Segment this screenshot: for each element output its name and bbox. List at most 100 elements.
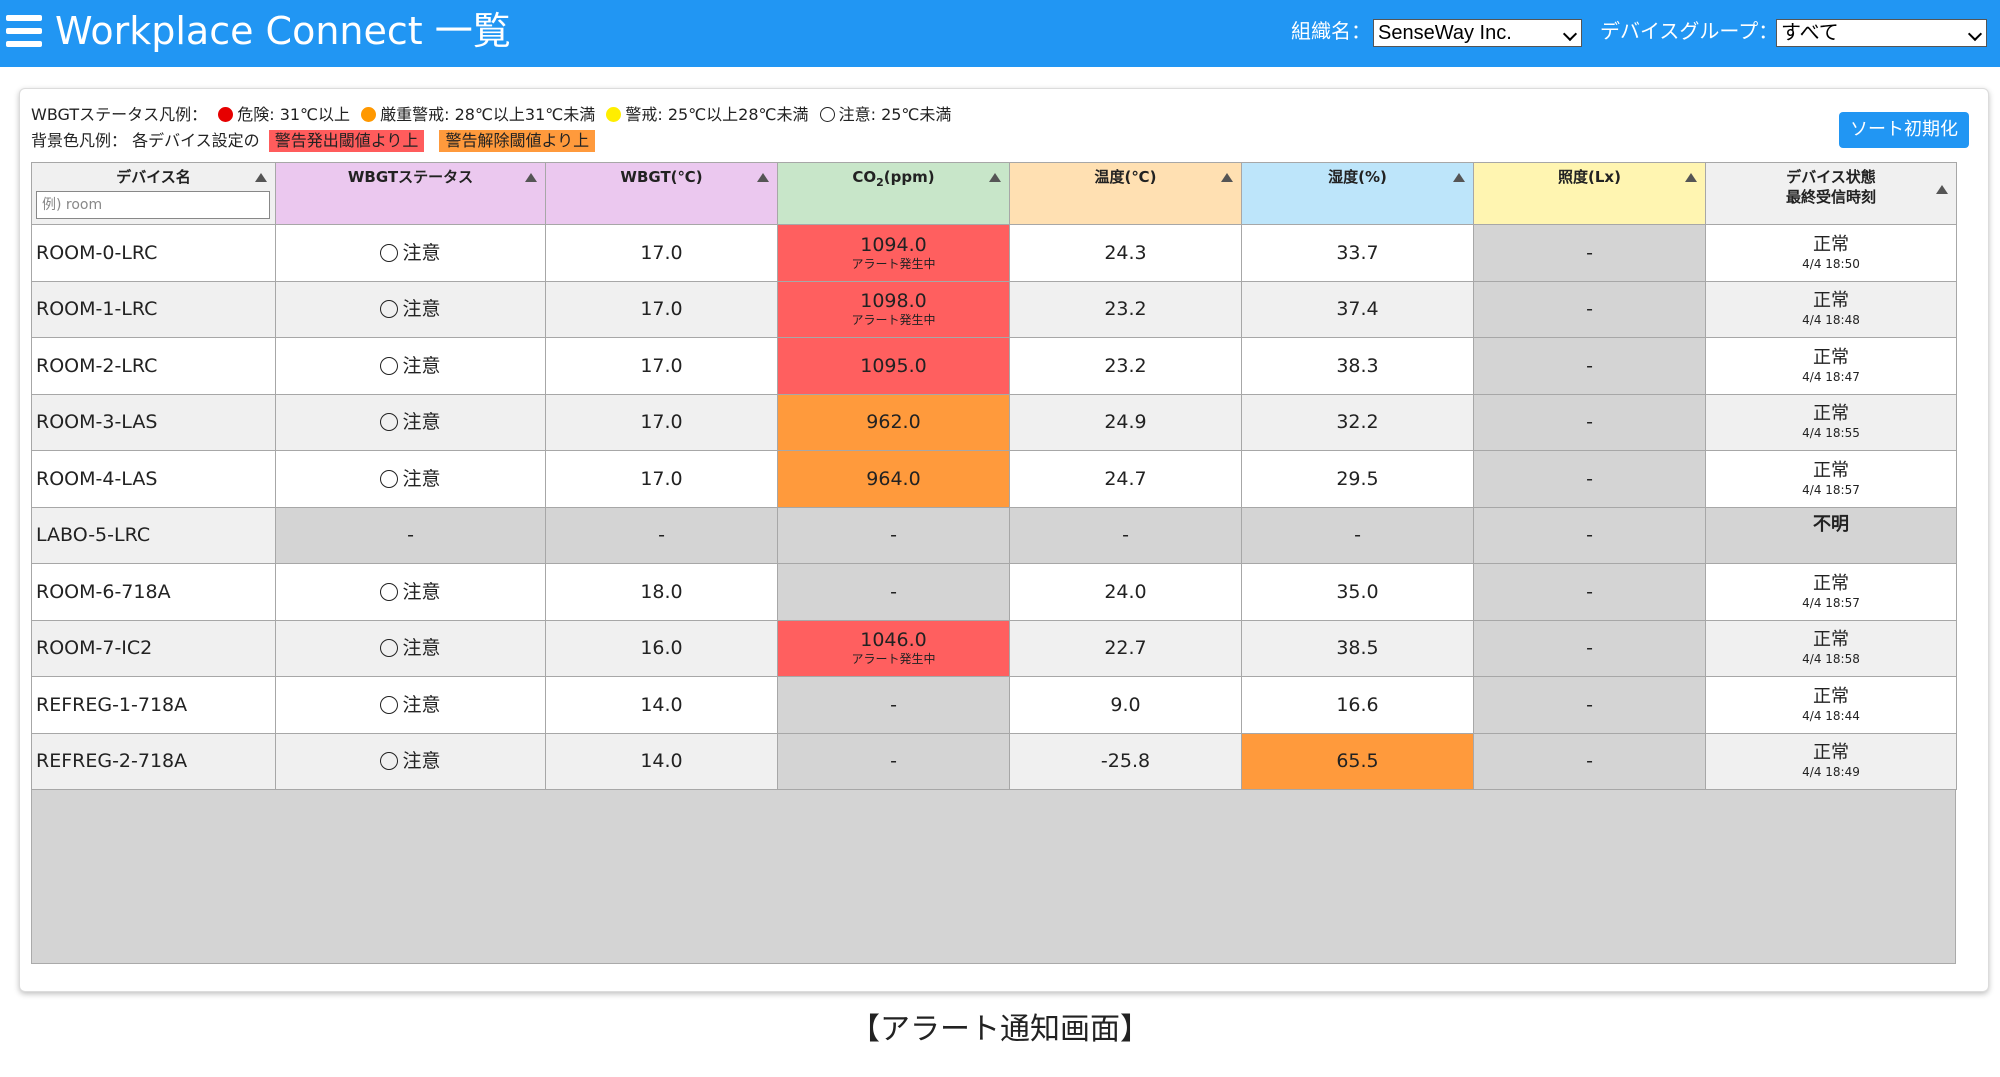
device-state-cell: 正常 4/4 18:48 <box>1705 280 1957 338</box>
wbgt-cell: 17.0 <box>545 280 778 338</box>
severe-dot-icon <box>361 107 377 122</box>
column-header-humidity[interactable]: 湿度(%) <box>1241 162 1474 225</box>
co2-cell: - <box>777 676 1010 734</box>
wbgt-status-cell: 注意 <box>275 280 546 338</box>
column-header-name[interactable]: デバイス名 例) room <box>31 162 276 225</box>
wbgt-status-text: 注意 <box>402 637 441 660</box>
last-received-time: 4/4 18:55 <box>1802 426 1860 441</box>
last-received-time: 4/4 18:47 <box>1802 369 1860 384</box>
illuminance-cell: - <box>1473 619 1706 677</box>
humidity-cell: 16.6 <box>1241 676 1474 734</box>
column-header-wbgt-status[interactable]: WBGTステータス <box>275 162 546 225</box>
column-header-name-label: デバイス名 <box>116 168 191 186</box>
wbgt-cell: 16.0 <box>545 619 778 677</box>
sort-reset-button[interactable]: ソート初期化 <box>1839 112 1969 148</box>
device-name-filter-input[interactable]: 例) room <box>36 191 270 219</box>
device-state-text: 正常 <box>1813 459 1849 481</box>
co2-cell: 1095.0 <box>777 337 1010 395</box>
org-select[interactable]: SenseWay Inc. <box>1373 19 1582 47</box>
device-state-text: 正常 <box>1813 742 1849 764</box>
table-header-row: デバイス名 例) room WBGTステータス WBGT(℃) CO2(ppm) <box>31 162 1957 225</box>
column-header-illuminance[interactable]: 照度(Lx) <box>1473 162 1706 225</box>
device-state-cell: 正常 4/4 18:49 <box>1705 732 1957 790</box>
co2-alert-note: アラート発生中 <box>851 256 936 271</box>
column-header-state-line1: デバイス状態 <box>1786 168 1876 186</box>
device-state-text: 正常 <box>1813 572 1849 594</box>
wbgt-status-cell: 注意 <box>275 450 546 508</box>
column-header-wbgt[interactable]: WBGT(℃) <box>545 162 778 225</box>
wbgt-status-text: 注意 <box>402 298 441 321</box>
column-header-temperature-label: 温度(℃) <box>1094 168 1157 186</box>
caution-circle-icon <box>380 356 399 375</box>
device-group-select[interactable]: すべて <box>1776 19 1987 47</box>
wbgt-status-cell: - <box>275 506 546 564</box>
column-header-co2[interactable]: CO2(ppm) <box>777 162 1010 225</box>
table-row[interactable]: ROOM-4-LAS 注意 17.0 964.0 24.7 29.5- 正常 4/4 18:5… <box>31 450 1957 508</box>
co2-cell: - <box>777 563 1010 621</box>
device-list-card: WBGTステータス凡例： 危険: 31℃以上 厳重警戒: 28℃以上31℃未満 … <box>19 88 1989 992</box>
sort-arrow-icon[interactable] <box>255 173 267 182</box>
sort-arrow-icon[interactable] <box>757 173 769 182</box>
last-received-time: 4/4 18:48 <box>1802 313 1860 328</box>
wbgt-status-text: 注意 <box>402 241 441 264</box>
table-row[interactable]: ROOM-6-718A 注意 18.0-24.0 35.0- 正常 4/4 18:57 <box>31 563 1957 621</box>
temperature-cell: 24.9 <box>1009 393 1242 451</box>
humidity-cell: 38.5 <box>1241 619 1474 677</box>
sort-arrow-icon[interactable] <box>1221 173 1233 182</box>
table-row[interactable]: ROOM-3-LAS 注意 17.0 962.0 24.9 32.2- 正常 4/4 18:5… <box>31 393 1957 451</box>
table-row[interactable]: ROOM-7-IC2 注意 16.0 1046.0 アラート発生中 22.7 38.5- 正常… <box>31 619 1957 677</box>
humidity-cell: 33.7 <box>1241 224 1474 282</box>
illuminance-cell: - <box>1473 450 1706 508</box>
org-label: 組織名： <box>1291 19 1371 43</box>
caution-circle-icon <box>380 469 399 488</box>
sort-arrow-icon[interactable] <box>1936 185 1948 194</box>
wbgt-status-cell: 注意 <box>275 337 546 395</box>
wbgt-cell: 18.0 <box>545 563 778 621</box>
humidity-cell: 29.5 <box>1241 450 1474 508</box>
caution-circle-icon <box>380 639 399 658</box>
table-row[interactable]: REFREG-2-718A 注意 14.0- -25.8 65.5- 正常 4/4 18:4… <box>31 732 1957 790</box>
caution-circle-icon <box>380 243 399 262</box>
temperature-cell: - <box>1009 506 1242 564</box>
sort-arrow-icon[interactable] <box>989 173 1001 182</box>
device-name-cell: ROOM-6-718A <box>31 563 276 621</box>
co2-value: 964.0 <box>866 467 921 490</box>
device-state-cell: 正常 4/4 18:57 <box>1705 563 1957 621</box>
column-header-device-state[interactable]: デバイス状態 最終受信時刻 <box>1705 162 1957 225</box>
device-name-cell: ROOM-1-LRC <box>31 280 276 338</box>
column-header-co2-label: CO2(ppm) <box>852 168 934 189</box>
legend-severe: 厳重警戒: 28℃以上31℃未満 <box>380 105 596 124</box>
column-header-temperature[interactable]: 温度(℃) <box>1009 162 1242 225</box>
legend-warning: 警戒: 25℃以上28℃未満 <box>625 105 809 124</box>
last-received-time: 4/4 18:44 <box>1802 708 1860 723</box>
table-row[interactable]: ROOM-1-LRC 注意 17.0 1098.0 アラート発生中 23.2 37.4- 正常… <box>31 280 1957 338</box>
caution-circle-icon <box>380 695 399 714</box>
caution-circle-icon <box>380 413 399 432</box>
co2-cell: 1098.0 アラート発生中 <box>777 280 1010 338</box>
hamburger-menu-icon[interactable] <box>6 12 42 52</box>
wbgt-status-text: - <box>407 524 414 547</box>
sort-arrow-icon[interactable] <box>1685 173 1697 182</box>
device-name-cell: LABO-5-LRC <box>31 506 276 564</box>
device-name-cell: ROOM-0-LRC <box>31 224 276 282</box>
sort-arrow-icon[interactable] <box>1453 173 1465 182</box>
temperature-cell: 23.2 <box>1009 280 1242 338</box>
device-name-cell: REFREG-1-718A <box>31 676 276 734</box>
co2-prefix: CO <box>852 168 877 186</box>
table-row[interactable]: REFREG-1-718A 注意 14.0-9.0 16.6- 正常 4/4 18:44 <box>31 676 1957 734</box>
table-row[interactable]: ROOM-2-LRC 注意 17.0 1095.0 23.2 38.3- 正常 4/4 18:… <box>31 337 1957 395</box>
table-row[interactable]: LABO-5-LRC - - - - - - 不明 <box>31 506 1957 564</box>
co2-cell: - <box>777 506 1010 564</box>
wbgt-status-text: 注意 <box>402 750 441 773</box>
wbgt-status-text: 注意 <box>402 580 441 603</box>
humidity-cell: 35.0 <box>1241 563 1474 621</box>
temperature-cell: 24.7 <box>1009 450 1242 508</box>
chevron-down-icon <box>1562 26 1578 42</box>
wbgt-status-text: 注意 <box>402 693 441 716</box>
co2-cell: 1046.0 アラート発生中 <box>777 619 1010 677</box>
table-row[interactable]: ROOM-0-LRC 注意 17.0 1094.0 アラート発生中 24.3 33.7- 正常… <box>31 224 1957 282</box>
device-state-text: 正常 <box>1813 629 1849 651</box>
wbgt-status-text: 注意 <box>402 467 441 490</box>
top-bar: Workplace Connect 一覧 組織名： SenseWay Inc. … <box>0 0 2000 67</box>
sort-arrow-icon[interactable] <box>525 173 537 182</box>
